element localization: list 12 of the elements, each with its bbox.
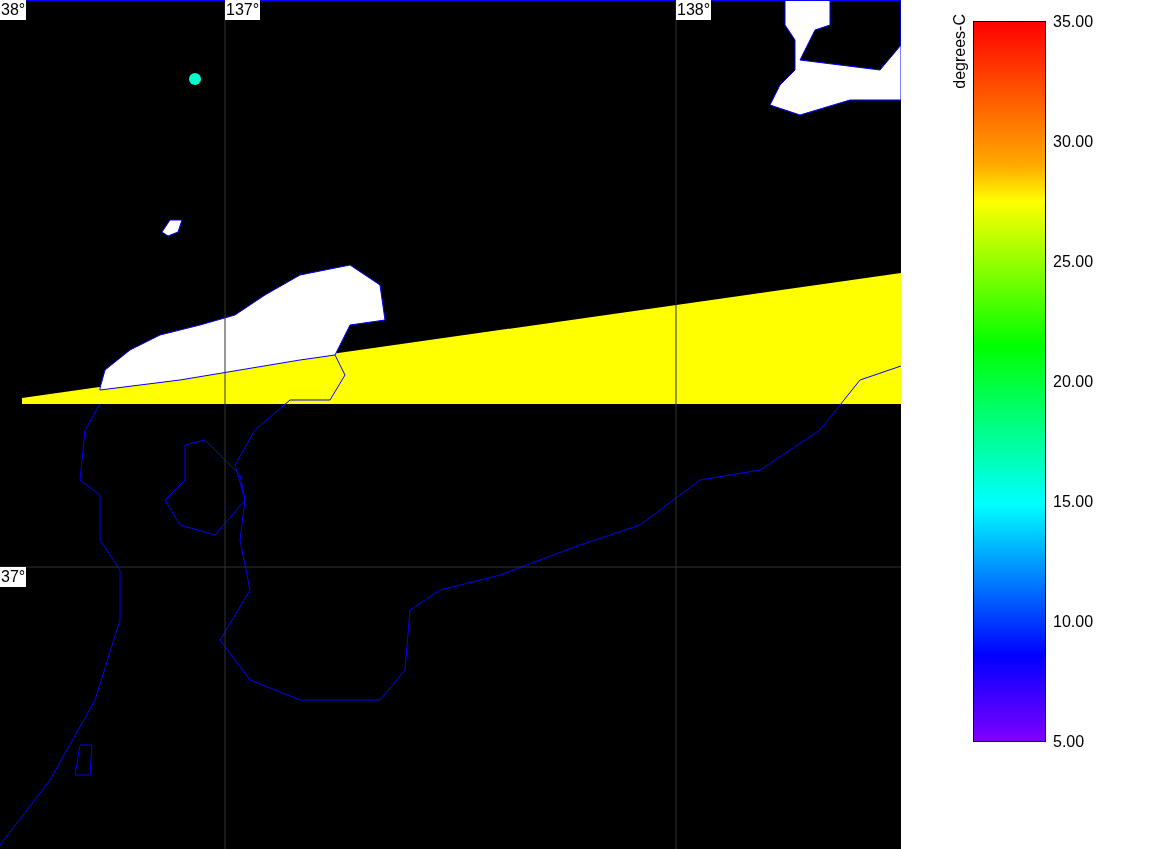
colorbar-tick-label: 25.00 <box>1053 252 1094 272</box>
colorbar-tick-label: 5.00 <box>1053 732 1086 752</box>
colorbar-tick-label: 15.00 <box>1053 492 1094 512</box>
colorbar-tick-label: 20.00 <box>1053 372 1094 392</box>
latitude-label: 37° <box>0 567 27 587</box>
longitude-label: 138° <box>676 0 712 20</box>
colorbar-tick-label: 30.00 <box>1053 132 1094 152</box>
colorbar-tick-label: 10.00 <box>1053 612 1094 632</box>
legend-title: degrees-C <box>950 14 969 89</box>
colorbar-tick-label: 35.00 <box>1053 12 1094 32</box>
latitude-label: 38° <box>0 0 27 20</box>
longitude-label: 137° <box>225 0 261 20</box>
